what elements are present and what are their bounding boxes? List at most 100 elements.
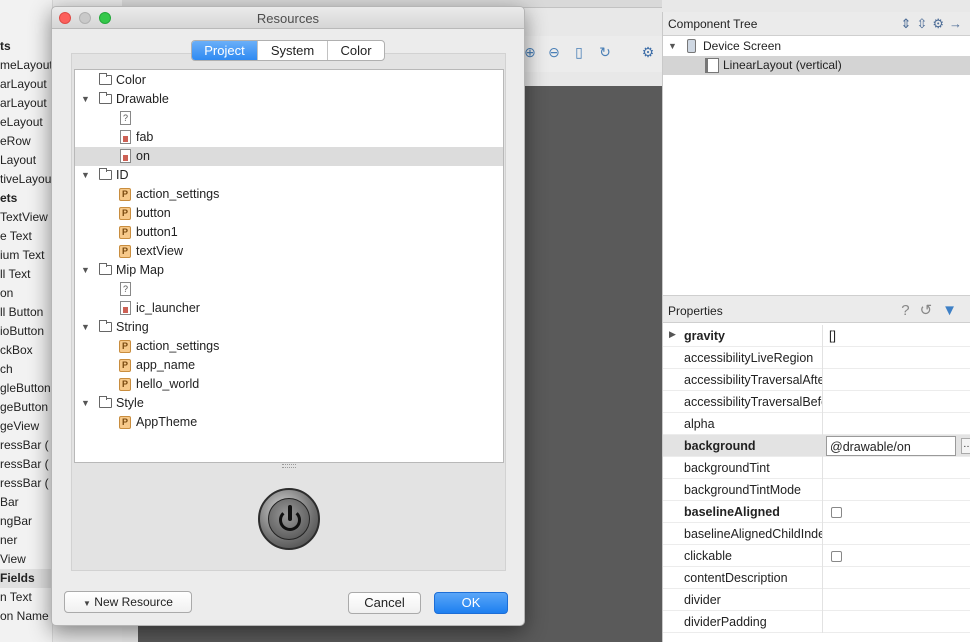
clickable-checkbox[interactable]: [831, 551, 842, 562]
palette-item[interactable]: ngBar: [0, 512, 52, 531]
expand-arrow-icon[interactable]: ▼: [81, 394, 90, 413]
property-value-cell[interactable]: @drawable/on …: [822, 435, 970, 457]
palette-item[interactable]: on Name: [0, 607, 52, 626]
property-value-cell[interactable]: [822, 611, 970, 633]
property-row[interactable]: accessibilityLiveRegion: [663, 347, 970, 369]
resource-folder-row[interactable]: ▼ Drawable: [75, 90, 503, 109]
resource-item-row[interactable]: fab: [75, 128, 503, 147]
expand-arrow-icon[interactable]: ▼: [81, 261, 90, 280]
resource-item-row[interactable]: PtextView: [75, 242, 503, 261]
refresh-icon[interactable]: ↻: [597, 44, 613, 60]
background-value-field[interactable]: @drawable/on: [826, 436, 956, 456]
property-value-cell[interactable]: [822, 391, 970, 413]
baselineAligned-checkbox[interactable]: [831, 507, 842, 518]
property-row[interactable]: dividerPadding: [663, 611, 970, 633]
undo-icon[interactable]: ↺: [920, 302, 943, 319]
property-value-cell[interactable]: [822, 413, 970, 435]
property-value-cell[interactable]: [822, 589, 970, 611]
resource-item-row[interactable]: ic_launcher: [75, 299, 503, 318]
palette-item[interactable]: ll Text: [0, 265, 52, 284]
resource-item-row[interactable]: Paction_settings: [75, 337, 503, 356]
property-value-cell[interactable]: [822, 501, 970, 523]
palette-item[interactable]: arLayout: [0, 94, 52, 113]
zoom-actual-icon[interactable]: ▯: [571, 44, 587, 60]
resource-folder-row[interactable]: ▼ String: [75, 318, 503, 337]
resource-item-row[interactable]: P AppTheme: [75, 413, 503, 432]
palette-item[interactable]: ckBox: [0, 341, 52, 360]
tab-color[interactable]: Color: [327, 41, 384, 60]
expand-all-icon[interactable]: ⇕: [901, 16, 917, 31]
palette-item[interactable]: tiveLayout: [0, 170, 52, 189]
property-value-cell[interactable]: [822, 369, 970, 391]
property-row[interactable]: backgroundTintMode: [663, 479, 970, 501]
property-value-cell[interactable]: [822, 347, 970, 369]
palette-item[interactable]: e Text: [0, 227, 52, 246]
settings-gear-icon[interactable]: ⚙: [640, 44, 656, 60]
palette-item[interactable]: meLayout: [0, 56, 52, 75]
property-row[interactable]: clickable: [663, 545, 970, 567]
resource-item-row[interactable]: Pbutton1: [75, 223, 503, 242]
resource-folder-row[interactable]: ▼ Style: [75, 394, 503, 413]
expand-arrow-icon[interactable]: ▼: [81, 318, 90, 337]
palette-item[interactable]: View: [0, 550, 52, 569]
component-tree-tools[interactable]: ⇕⇳⚙→: [901, 16, 967, 32]
ok-button[interactable]: OK: [434, 592, 508, 614]
resource-item-row[interactable]: on: [75, 147, 503, 166]
palette-item[interactable]: ium Text: [0, 246, 52, 265]
palette-item[interactable]: eLayout: [0, 113, 52, 132]
palette-item[interactable]: on: [0, 284, 52, 303]
resource-item-row[interactable]: Paction_settings: [75, 185, 503, 204]
new-resource-button[interactable]: ▼ New Resource: [64, 591, 192, 613]
palette-item[interactable]: ressBar (: [0, 474, 52, 493]
property-value-cell[interactable]: []: [822, 325, 970, 347]
palette-item[interactable]: ll Button: [0, 303, 52, 322]
property-value-cell[interactable]: [822, 567, 970, 589]
properties-tools[interactable]: ?↺▼: [901, 301, 967, 319]
split-grip[interactable]: [282, 464, 296, 468]
resource-folder-row[interactable]: Color: [75, 71, 503, 90]
resource-folder-row[interactable]: ▼ Mip Map: [75, 261, 503, 280]
property-value-cell[interactable]: [822, 479, 970, 501]
palette-item[interactable]: geView: [0, 417, 52, 436]
dialog-title-bar[interactable]: Resources: [52, 7, 524, 29]
property-row[interactable]: alpha: [663, 413, 970, 435]
palette-item[interactable]: arLayout: [0, 75, 52, 94]
browse-button[interactable]: …: [961, 438, 970, 454]
palette-item[interactable]: n Text: [0, 588, 52, 607]
palette-item[interactable]: geButton: [0, 398, 52, 417]
resource-tree[interactable]: Color ▼ Drawable? fab on ▼ ID Paction_settings P…: [74, 69, 504, 463]
resource-item-row[interactable]: ?: [75, 280, 503, 299]
resource-item-row[interactable]: Phello_world: [75, 375, 503, 394]
gear-icon[interactable]: ⚙: [932, 16, 949, 31]
palette-item[interactable]: ressBar (: [0, 455, 52, 474]
palette-item[interactable]: Bar: [0, 493, 52, 512]
resource-folder-row[interactable]: ▼ ID: [75, 166, 503, 185]
property-row[interactable]: baselineAlignedChildIndex: [663, 523, 970, 545]
property-row[interactable]: accessibilityTraversalAfter: [663, 369, 970, 391]
expand-arrow-icon[interactable]: ▼: [81, 90, 90, 109]
palette-item[interactable]: eRow: [0, 132, 52, 151]
property-row[interactable]: accessibilityTraversalBefore: [663, 391, 970, 413]
property-row[interactable]: ▶ gravity []: [663, 325, 970, 347]
palette-item[interactable]: Layout: [0, 151, 52, 170]
palette-item[interactable]: ioButton: [0, 322, 52, 341]
resource-item-row[interactable]: ?: [75, 109, 503, 128]
expand-arrow-icon[interactable]: ▼: [668, 37, 677, 56]
expand-arrow-icon[interactable]: ▼: [81, 166, 90, 185]
property-row[interactable]: divider: [663, 589, 970, 611]
palette-item[interactable]: gleButton: [0, 379, 52, 398]
filter-icon[interactable]: ▼: [942, 302, 967, 319]
cancel-button[interactable]: Cancel: [348, 592, 421, 614]
help-icon[interactable]: ?: [901, 302, 919, 319]
palette-item[interactable]: ner: [0, 531, 52, 550]
expand-arrow-icon[interactable]: ▶: [669, 329, 676, 340]
property-row[interactable]: contentDescription: [663, 567, 970, 589]
zoom-out-icon[interactable]: ⊖: [546, 44, 562, 60]
tree-row-linear-layout[interactable]: LinearLayout (vertical): [663, 56, 970, 75]
property-value-cell[interactable]: [822, 545, 970, 567]
tab-system[interactable]: System: [257, 41, 327, 60]
palette-item[interactable]: ch: [0, 360, 52, 379]
palette-item[interactable]: TextView: [0, 208, 52, 227]
palette-item[interactable]: ressBar (: [0, 436, 52, 455]
property-row[interactable]: background@drawable/on…: [663, 435, 970, 457]
